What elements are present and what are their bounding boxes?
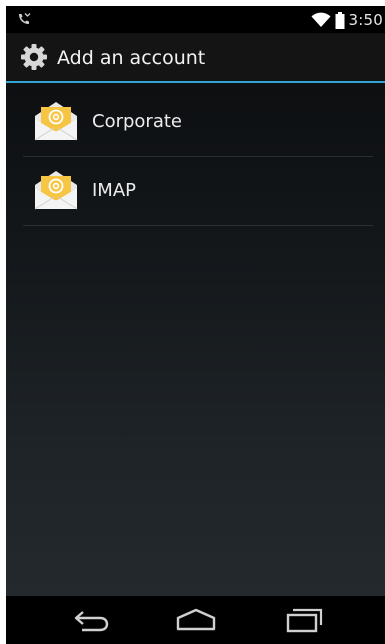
clock: 3:50 — [348, 11, 383, 29]
action-bar: Add an account — [6, 33, 385, 83]
home-icon[interactable] — [174, 606, 218, 634]
list-item-imap[interactable]: IMAP — [23, 157, 373, 226]
settings-gear-icon — [21, 44, 47, 70]
recent-apps-icon[interactable] — [283, 606, 327, 634]
wifi-icon — [311, 12, 331, 27]
status-bar: 3:50 — [6, 6, 385, 33]
list-item-label: IMAP — [92, 180, 137, 201]
email-envelope-icon — [34, 171, 78, 210]
missed-call-icon — [19, 13, 31, 24]
navigation-bar — [6, 596, 385, 644]
list-item-label: Corporate — [92, 111, 182, 132]
email-envelope-icon — [34, 102, 78, 141]
account-type-list: Corporate IMAP — [6, 83, 385, 596]
back-icon[interactable] — [70, 606, 114, 634]
page-title: Add an account — [57, 47, 206, 69]
device-screen: 3:50 Add an account Corporate IMAP — [6, 6, 385, 644]
list-item-corporate[interactable]: Corporate — [23, 88, 373, 157]
battery-icon — [335, 11, 345, 29]
status-icons: 3:50 — [311, 10, 383, 30]
